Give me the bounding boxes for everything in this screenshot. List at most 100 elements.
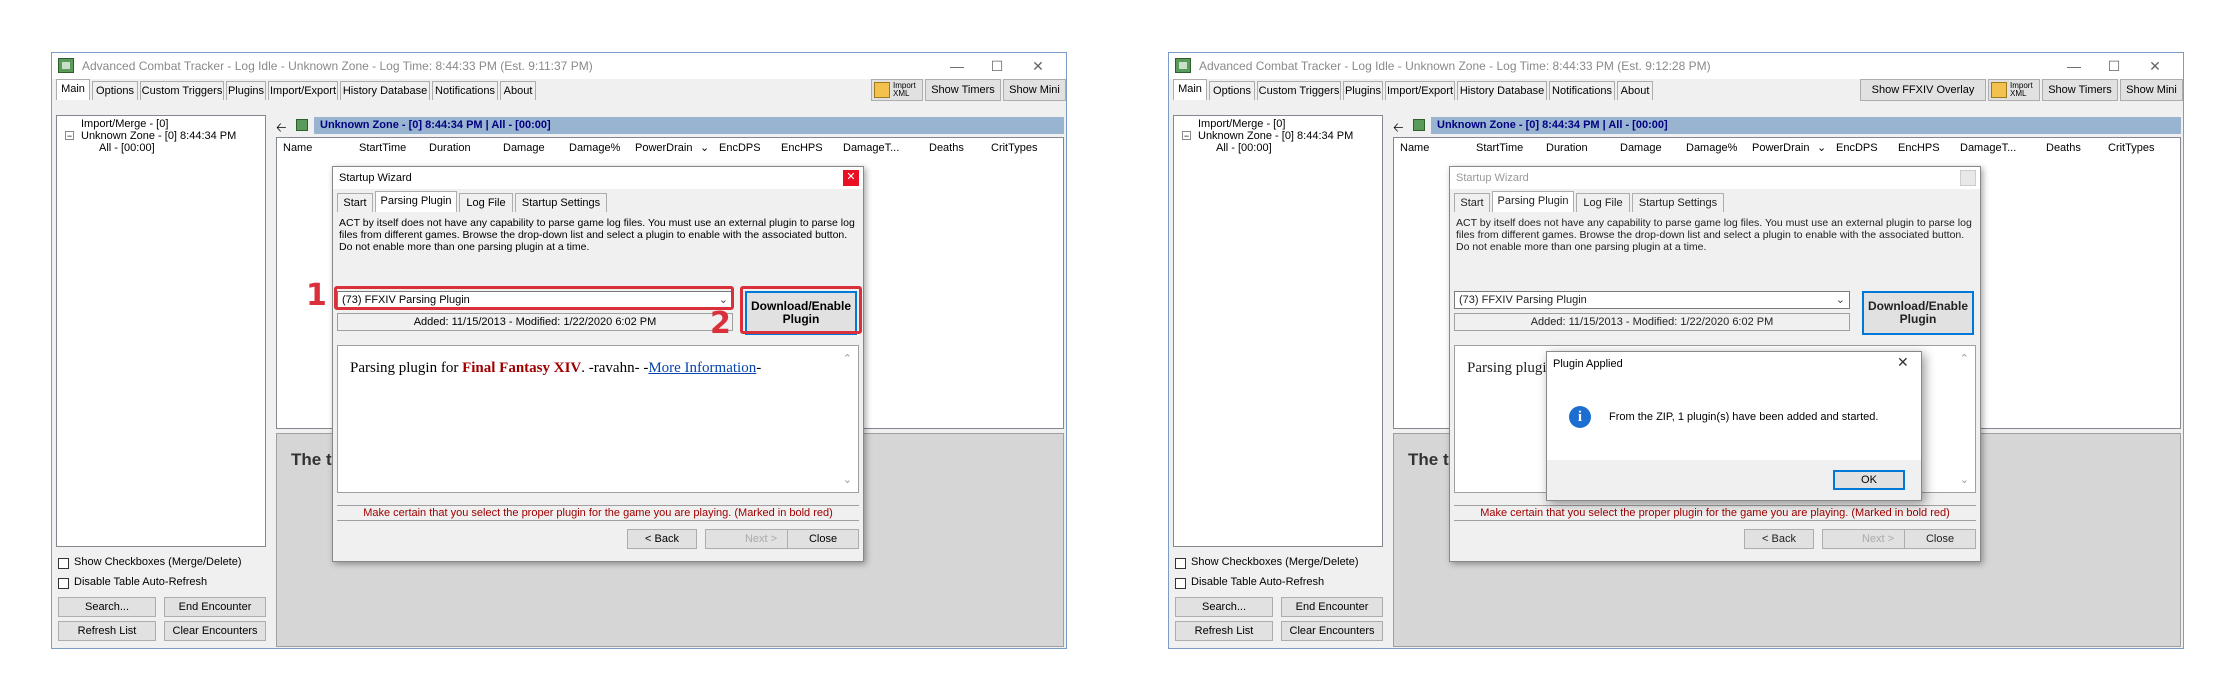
scroll-down-icon[interactable]: ⌄	[843, 473, 852, 486]
column-header[interactable]: Damage	[1620, 138, 1662, 158]
wizard-tab-start[interactable]: Start	[337, 193, 373, 212]
back-button[interactable]: < Back	[627, 529, 697, 549]
tab-notifications[interactable]: Notifications	[1549, 81, 1615, 100]
show-checkboxes-checkbox[interactable]	[58, 558, 69, 569]
tab-plugins[interactable]: Plugins	[1343, 81, 1383, 100]
ok-button[interactable]: OK	[1833, 470, 1905, 490]
show-mini-button[interactable]: Show Mini	[2120, 79, 2183, 101]
column-header[interactable]: StartTime	[359, 138, 406, 158]
end-encounter-button[interactable]: End Encounter	[164, 597, 266, 617]
close-icon[interactable]: ✕	[1023, 57, 1053, 75]
scroll-up-icon[interactable]: ⌃	[1960, 352, 1969, 365]
dialog-close-icon[interactable]	[1960, 170, 1976, 186]
tab-main[interactable]: Main	[1173, 79, 1207, 100]
refresh-list-button[interactable]: Refresh List	[1175, 621, 1273, 641]
wizard-tab-parsing-plugin[interactable]: Parsing Plugin	[1492, 191, 1574, 212]
column-header[interactable]: PowerDrain	[635, 138, 692, 158]
column-header[interactable]: EncHPS	[1898, 138, 1940, 158]
column-header[interactable]: EncDPS	[719, 138, 761, 158]
wizard-tab-startup-settings[interactable]: Startup Settings	[515, 193, 607, 212]
tab-main[interactable]: Main	[56, 79, 90, 100]
column-header[interactable]: Deaths	[2046, 138, 2081, 158]
window-title: Advanced Combat Tracker - Log Idle - Unk…	[1199, 59, 1711, 73]
tab-about[interactable]: About	[500, 81, 536, 100]
wizard-tab-log-file[interactable]: Log File	[459, 193, 513, 212]
maximize-icon[interactable]: ☐	[2099, 57, 2129, 75]
column-header[interactable]: Damage%	[569, 138, 620, 158]
column-header[interactable]: Deaths	[929, 138, 964, 158]
tree-item-all[interactable]: All - [00:00]	[99, 142, 155, 154]
column-header[interactable]: DamageT...	[1960, 138, 2016, 158]
import-xml-button[interactable]: Import XML	[1988, 79, 2040, 101]
column-header[interactable]: DamageT...	[843, 138, 899, 158]
tab-history-database[interactable]: History Database	[340, 81, 430, 100]
back-button[interactable]: < Back	[1744, 529, 1814, 549]
column-header[interactable]: PowerDrain	[1752, 138, 1809, 158]
tree-item-unknown-zone[interactable]: Unknown Zone - [0] 8:44:34 PM	[1198, 130, 1353, 142]
column-header[interactable]: CritTypes	[2108, 138, 2154, 158]
tree-item-import-merge[interactable]: Import/Merge - [0]	[81, 118, 168, 130]
disable-auto-refresh-checkbox[interactable]	[58, 578, 69, 589]
column-header[interactable]: EncHPS	[781, 138, 823, 158]
tab-custom-triggers[interactable]: Custom Triggers	[1257, 81, 1341, 100]
dialog-close-icon[interactable]: ✕	[843, 170, 859, 186]
download-enable-plugin-button[interactable]: Download/Enable Plugin	[1862, 291, 1974, 335]
scroll-down-icon[interactable]: ⌄	[1960, 473, 1969, 486]
column-header[interactable]: Duration	[1546, 138, 1588, 158]
import-xml-button[interactable]: Import XML	[871, 79, 923, 101]
show-timers-button[interactable]: Show Timers	[2042, 79, 2118, 101]
scroll-up-icon[interactable]: ⌃	[843, 352, 852, 365]
refresh-list-button[interactable]: Refresh List	[58, 621, 156, 641]
wizard-tab-parsing-plugin[interactable]: Parsing Plugin	[375, 191, 457, 212]
tab-plugins[interactable]: Plugins	[226, 81, 266, 100]
end-encounter-button[interactable]: End Encounter	[1281, 597, 1383, 617]
column-header[interactable]: Damage%	[1686, 138, 1737, 158]
wizard-tab-log-file[interactable]: Log File	[1576, 193, 1630, 212]
wizard-tab-start[interactable]: Start	[1454, 193, 1490, 212]
close-icon[interactable]: ✕	[2140, 57, 2170, 75]
show-checkboxes-checkbox[interactable]	[1175, 558, 1186, 569]
plugin-applied-dialog: Plugin Applied ✕ i From the ZIP, 1 plugi…	[1546, 351, 1922, 501]
tab-custom-triggers[interactable]: Custom Triggers	[140, 81, 224, 100]
encounter-tree[interactable]: Import/Merge - [0] − Unknown Zone - [0] …	[1173, 115, 1383, 547]
close-button[interactable]: Close	[787, 529, 859, 549]
tree-expand-icon[interactable]: −	[65, 131, 74, 141]
plugin-dropdown[interactable]: (73) FFXIV Parsing Plugin ⌄	[1454, 291, 1850, 309]
msgbox-close-icon[interactable]: ✕	[1897, 354, 1909, 371]
column-header[interactable]: Damage	[503, 138, 545, 158]
tree-item-import-merge[interactable]: Import/Merge - [0]	[1198, 118, 1285, 130]
column-header[interactable]: CritTypes	[991, 138, 1037, 158]
disable-auto-refresh-checkbox[interactable]	[1175, 578, 1186, 589]
tab-import-export[interactable]: Import/Export	[1385, 81, 1455, 100]
minimize-icon[interactable]: —	[2059, 57, 2089, 75]
column-header[interactable]: Duration	[429, 138, 471, 158]
close-button[interactable]: Close	[1904, 529, 1976, 549]
tab-options[interactable]: Options	[1209, 81, 1255, 100]
tab-about[interactable]: About	[1617, 81, 1653, 100]
show-mini-button[interactable]: Show Mini	[1003, 79, 1066, 101]
import-xml-line2: XML	[2010, 89, 2027, 98]
encounter-tree[interactable]: Import/Merge - [0] − Unknown Zone - [0] …	[56, 115, 266, 547]
show-ffxiv-overlay-button[interactable]: Show FFXIV Overlay	[1860, 79, 1986, 101]
callout-box-download-button	[740, 286, 862, 334]
tree-expand-icon[interactable]: −	[1182, 131, 1191, 141]
wizard-tab-startup-settings[interactable]: Startup Settings	[1632, 193, 1724, 212]
tree-item-unknown-zone[interactable]: Unknown Zone - [0] 8:44:34 PM	[81, 130, 236, 142]
clear-encounters-button[interactable]: Clear Encounters	[1281, 621, 1383, 641]
more-information-link[interactable]: More Information	[648, 360, 756, 376]
column-header[interactable]: Name	[283, 138, 312, 158]
tab-import-export[interactable]: Import/Export	[268, 81, 338, 100]
clear-encounters-button[interactable]: Clear Encounters	[164, 621, 266, 641]
column-header[interactable]: Name	[1400, 138, 1429, 158]
tab-history-database[interactable]: History Database	[1457, 81, 1547, 100]
tab-options[interactable]: Options	[92, 81, 138, 100]
column-header[interactable]: EncDPS	[1836, 138, 1878, 158]
search-button[interactable]: Search...	[58, 597, 156, 617]
maximize-icon[interactable]: ☐	[982, 57, 1012, 75]
minimize-icon[interactable]: —	[942, 57, 972, 75]
tree-item-all[interactable]: All - [00:00]	[1216, 142, 1272, 154]
tab-notifications[interactable]: Notifications	[432, 81, 498, 100]
show-timers-button[interactable]: Show Timers	[925, 79, 1001, 101]
search-button[interactable]: Search...	[1175, 597, 1273, 617]
column-header[interactable]: StartTime	[1476, 138, 1523, 158]
